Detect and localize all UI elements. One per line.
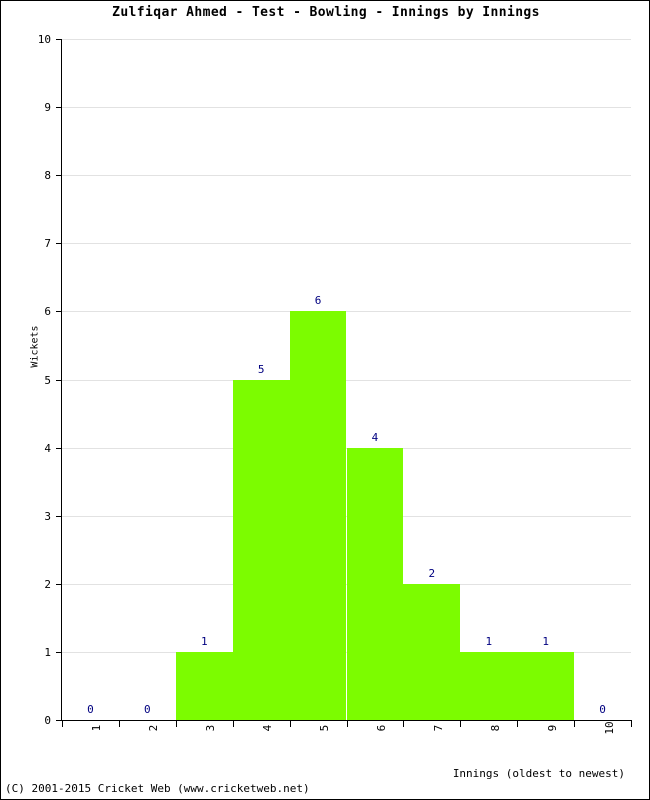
- x-axis-tick: [62, 721, 63, 727]
- x-axis-tick: [347, 721, 348, 727]
- bar: [403, 583, 461, 720]
- x-axis-label: 10: [602, 721, 616, 735]
- bar-value-label: 6: [314, 294, 322, 308]
- bar: [517, 651, 575, 720]
- y-axis-label: 2: [44, 577, 51, 591]
- x-axis-label: 9: [545, 724, 559, 732]
- y-axis-label: 3: [44, 509, 51, 523]
- y-axis-label: 0: [44, 714, 51, 727]
- y-axis-label: 8: [44, 169, 51, 183]
- y-axis-label: 5: [44, 373, 51, 387]
- bar: [175, 651, 233, 720]
- x-axis-label: 7: [431, 724, 445, 732]
- bar-value-label: 1: [485, 634, 493, 648]
- x-axis-title: Innings (oldest to newest): [452, 767, 625, 780]
- x-axis-label: 4: [261, 724, 275, 732]
- bar-value-label: 1: [542, 634, 549, 648]
- y-axis-label: 4: [44, 441, 51, 455]
- y-axis-tick: [56, 379, 62, 381]
- bar: [460, 651, 518, 720]
- y-axis-label: 6: [44, 305, 51, 319]
- x-axis-tick: [233, 721, 234, 727]
- y-axis-tick: [56, 651, 62, 653]
- y-axis-tick: [56, 515, 62, 517]
- y-axis-title: Wickets: [29, 325, 41, 368]
- x-axis-tick: [403, 721, 404, 727]
- y-axis-tick: [56, 583, 62, 585]
- y-axis-tick: [56, 311, 62, 313]
- x-axis-tick: [290, 721, 291, 727]
- x-axis-tick: [631, 721, 632, 727]
- x-axis-tick: [176, 721, 177, 727]
- y-axis-tick: [56, 39, 62, 40]
- y-axis-label: 10: [37, 33, 51, 46]
- bar-value-label: 1: [200, 634, 208, 648]
- x-axis-label: 2: [147, 724, 161, 732]
- x-axis-label: 1: [90, 724, 104, 732]
- y-axis-tick: [56, 243, 62, 245]
- y-axis-tick: [56, 107, 62, 109]
- gridline: [62, 175, 631, 177]
- x-axis-tick: [574, 721, 575, 727]
- plot-area: [62, 39, 631, 720]
- x-axis-tick: [460, 721, 461, 727]
- gridline: [62, 39, 631, 40]
- bar: [232, 379, 290, 720]
- x-axis-label: 3: [204, 724, 218, 732]
- y-axis-label: 1: [44, 645, 51, 659]
- bar-value-label: 2: [428, 566, 436, 580]
- x-axis-label: 8: [488, 724, 502, 732]
- gridline: [62, 243, 631, 245]
- y-axis-label: 9: [44, 101, 51, 115]
- page-title: Zulfiqar Ahmed - Test - Bowling - Inning…: [112, 5, 540, 20]
- bar-value-label: 4: [371, 430, 379, 444]
- x-axis-tick: [119, 721, 120, 727]
- bar-value-label: 0: [599, 703, 606, 716]
- y-axis-label: 7: [44, 237, 51, 251]
- bar-value-label: 0: [87, 703, 94, 716]
- bar-value-label: 0: [144, 703, 151, 716]
- y-axis-tick: [56, 447, 62, 449]
- y-axis-tick: [56, 175, 62, 177]
- chart-page: Zulfiqar Ahmed - Test - Bowling - Inning…: [0, 0, 650, 800]
- x-axis-label: 5: [318, 724, 332, 732]
- bar: [289, 311, 347, 720]
- gridline: [62, 107, 631, 109]
- gridline: [62, 311, 631, 313]
- bar: [346, 447, 404, 720]
- footer-copyright: (C) 2001-2015 Cricket Web (www.cricketwe…: [5, 782, 310, 795]
- x-axis-label: 6: [374, 724, 388, 732]
- x-axis-tick: [517, 721, 518, 727]
- bar-value-label: 5: [257, 362, 265, 376]
- gridline: [62, 379, 631, 381]
